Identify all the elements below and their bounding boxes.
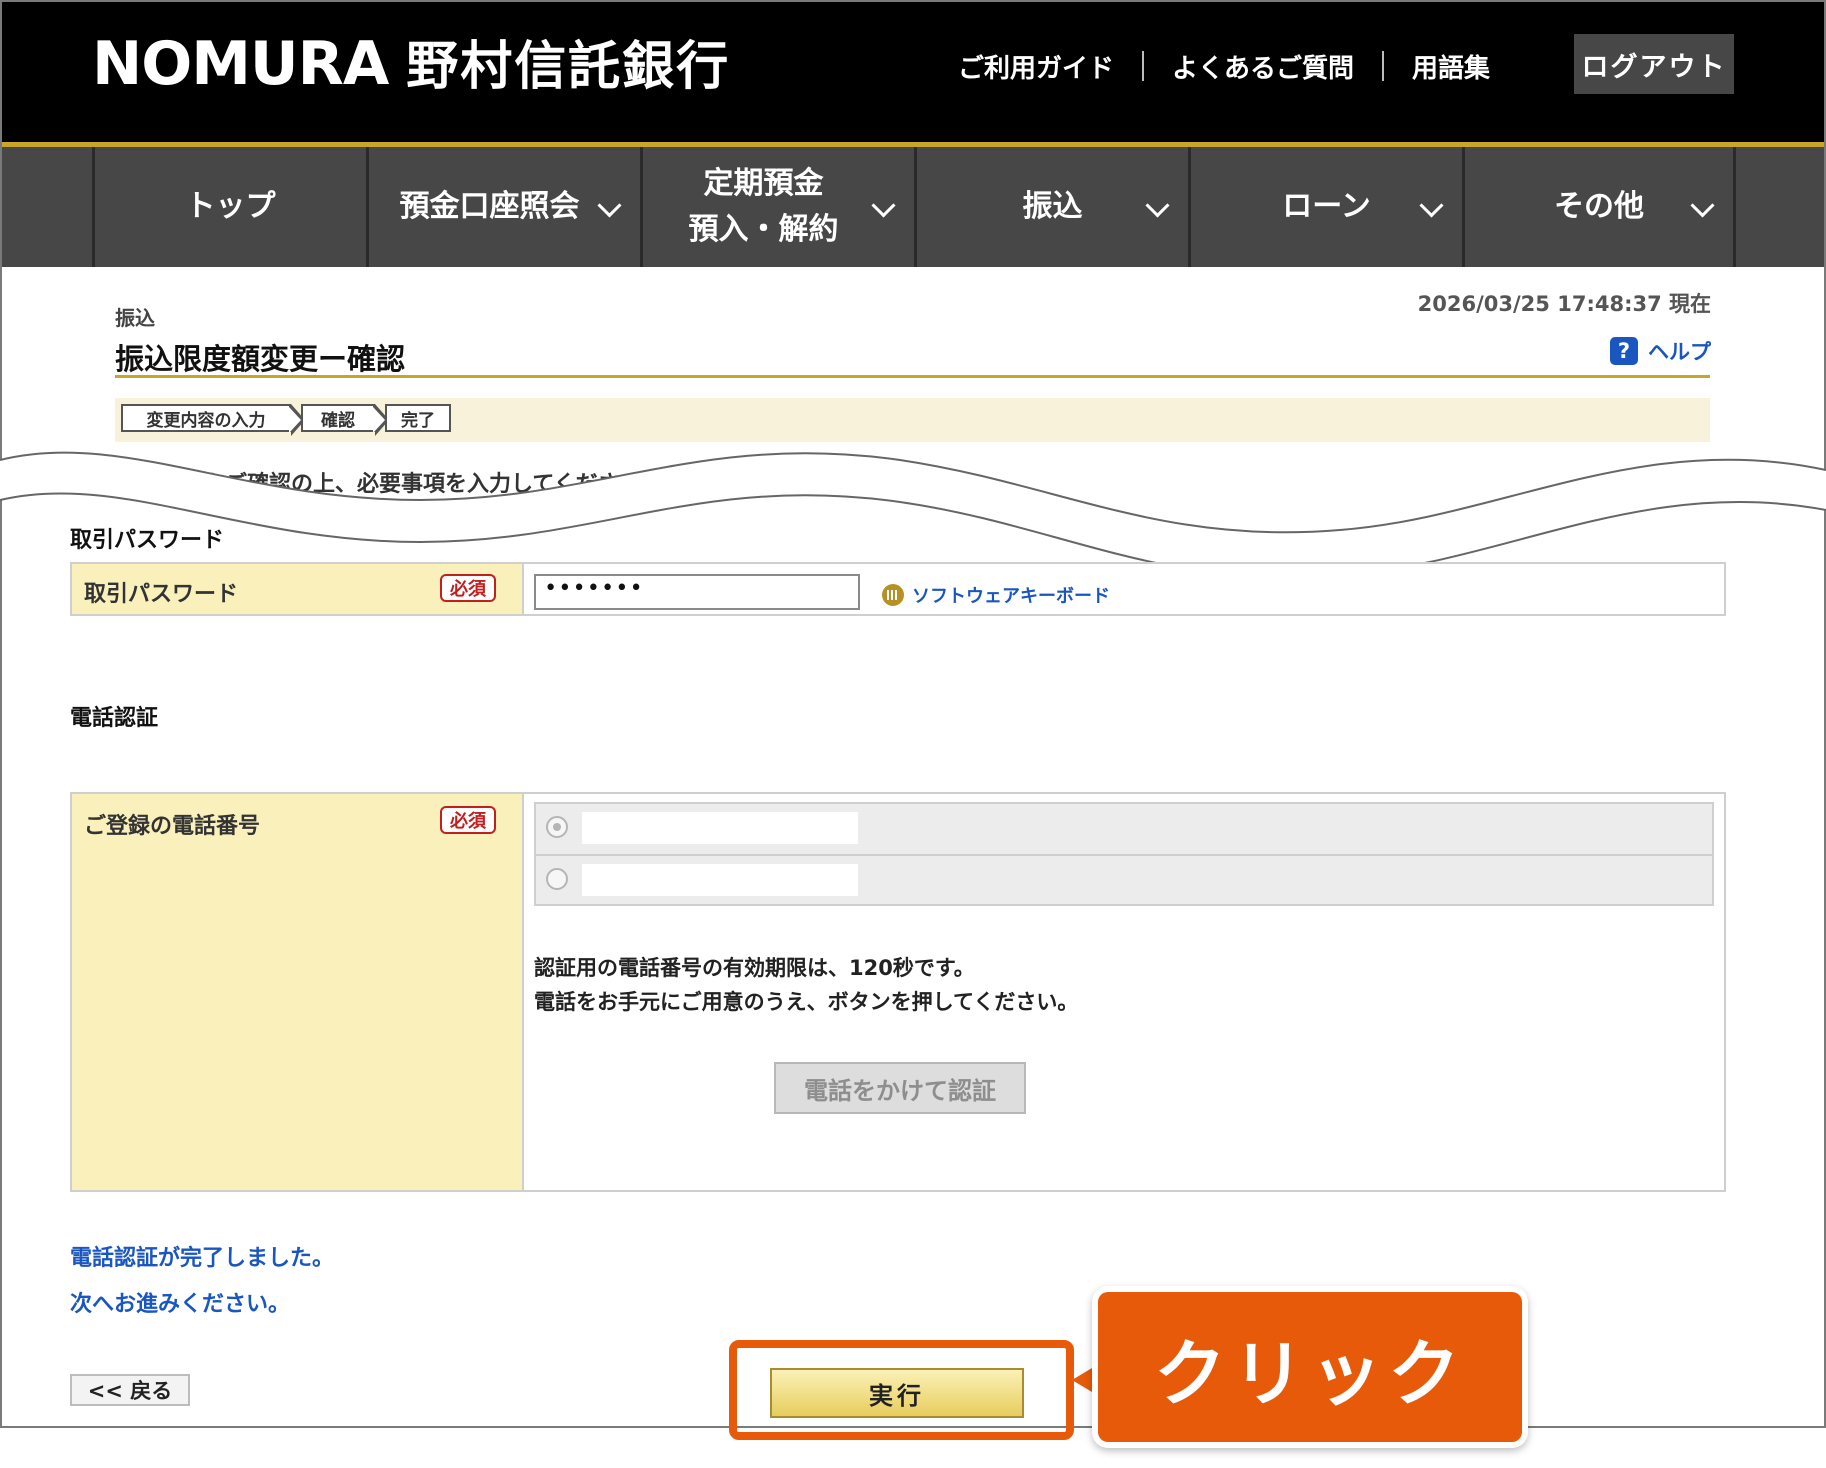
chevron-down-icon	[1419, 193, 1444, 218]
divider	[1382, 51, 1385, 81]
nav-top[interactable]: トップ	[92, 147, 366, 267]
utility-links: ご利用ガイド よくあるご質問 用語集	[958, 38, 1490, 94]
guide-link[interactable]: ご利用ガイド	[958, 48, 1114, 85]
step-complete: 完了	[385, 404, 451, 432]
page-title: 振込限度額変更ー確認	[115, 342, 406, 376]
chevron-down-icon	[871, 193, 896, 218]
site-header: NOMURA 野村信託銀行 ご利用ガイド よくあるご質問 用語集 ログアウト	[2, 2, 1824, 142]
nav-time-deposit[interactable]: 定期預金 預入・解約	[640, 147, 914, 267]
nav-loan[interactable]: ローン	[1188, 147, 1462, 267]
phone-label: ご登録の電話番号	[84, 814, 261, 839]
progress-steps: 変更内容の入力 確認 完了	[115, 398, 1710, 442]
phone-row: ご登録の電話番号 必須 認証用の電話番号の有効期限は、120秒です。 電話をお手…	[70, 792, 1726, 1192]
help-link[interactable]: ? ヘルプ	[1610, 336, 1711, 366]
step-confirm: 確認	[301, 404, 375, 432]
chevron-down-icon	[597, 193, 622, 218]
nav-label: 振込	[1022, 189, 1083, 224]
nav-deposit-inquiry[interactable]: 預金口座照会	[366, 147, 640, 267]
phone-option-2[interactable]	[536, 854, 1712, 906]
screenshot-break-wave	[0, 451, 1826, 570]
nav-transfer[interactable]: 振込	[914, 147, 1188, 267]
logo-jp: 野村信託銀行	[406, 37, 731, 97]
chevron-down-icon	[1145, 193, 1170, 218]
timestamp: 2026/03/25 17:48:37 現在	[1417, 292, 1711, 316]
bank-logo[interactable]: NOMURA 野村信託銀行	[92, 24, 730, 99]
password-row: 取引パスワード 必須 ••••••• ソフトウェアキーボード	[70, 562, 1726, 616]
nav-label: ローン	[1282, 189, 1371, 224]
radio-button[interactable]	[546, 816, 568, 838]
auth-complete-message: 電話認証が完了しました。	[70, 1246, 335, 1271]
expiry-note: 認証用の電話番号の有効期限は、120秒です。	[534, 956, 975, 980]
radio-button[interactable]	[546, 868, 568, 890]
software-keyboard-label: ソフトウェアキーボード	[912, 586, 1110, 607]
logo-en: NOMURA	[92, 29, 389, 99]
nav-label: 定期預金	[703, 166, 824, 201]
phone-label-cell: ご登録の電話番号 必須	[72, 794, 524, 1190]
click-callout: クリック	[1098, 1292, 1522, 1442]
step-input: 変更内容の入力	[121, 404, 291, 432]
software-keyboard-link[interactable]: ソフトウェアキーボード	[882, 582, 1110, 608]
phone-number-options	[534, 802, 1714, 906]
password-label-cell: 取引パスワード 必須	[72, 564, 524, 614]
breadcrumb: 振込	[115, 306, 155, 330]
faq-link[interactable]: よくあるご質問	[1172, 48, 1354, 85]
required-badge: 必須	[440, 574, 496, 602]
masked-phone-number	[582, 812, 858, 844]
execute-button[interactable]: 実行	[770, 1368, 1024, 1418]
chevron-down-icon	[1690, 193, 1715, 218]
help-icon: ?	[1610, 337, 1638, 365]
phone-auth-heading: 電話認証	[70, 706, 159, 731]
title-underline	[115, 375, 1710, 378]
proceed-message: 次へお進みください。	[70, 1292, 291, 1317]
divider	[1142, 51, 1145, 81]
nav-label: トップ	[185, 189, 276, 224]
password-label: 取引パスワード	[84, 582, 239, 607]
masked-phone-number	[582, 864, 858, 896]
prepare-note: 電話をお手元にご用意のうえ、ボタンを押してください。	[534, 990, 1079, 1014]
nav-label: その他	[1554, 189, 1644, 224]
keyboard-icon	[882, 584, 904, 606]
main-nav: トップ 預金口座照会 定期預金 預入・解約 振込 ローン その他	[2, 147, 1824, 267]
logout-button[interactable]: ログアウト	[1574, 34, 1734, 94]
help-label: ヘルプ	[1648, 340, 1711, 364]
required-badge: 必須	[440, 806, 496, 834]
glossary-link[interactable]: 用語集	[1412, 48, 1490, 85]
nav-label: 預金口座照会	[399, 189, 580, 224]
password-mask: •••••••	[544, 576, 644, 601]
call-auth-button[interactable]: 電話をかけて認証	[774, 1062, 1026, 1114]
nav-other[interactable]: その他	[1462, 147, 1736, 267]
nav-label-line2: 預入・解約	[688, 212, 839, 247]
back-button[interactable]: << 戻る	[70, 1374, 190, 1406]
phone-option-1[interactable]	[536, 804, 1712, 854]
transaction-password-input[interactable]: •••••••	[534, 574, 860, 610]
